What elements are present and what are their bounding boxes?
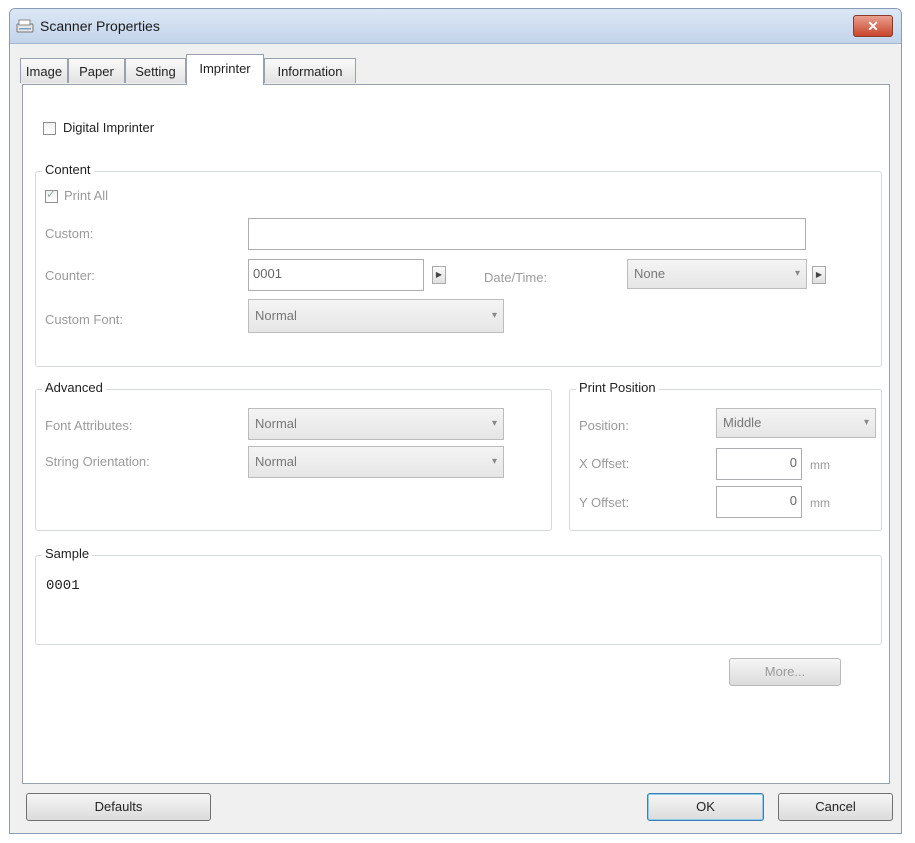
title-bar[interactable]: Scanner Properties ✕ [10, 9, 901, 44]
x-offset-unit: mm [810, 458, 830, 472]
digital-imprinter-label: Digital Imprinter [63, 120, 155, 135]
chevron-down-icon: ▾ [491, 310, 497, 321]
chevron-down-icon: ▾ [491, 418, 497, 429]
close-icon: ✕ [867, 18, 879, 34]
position-label: Position: [579, 418, 629, 433]
x-offset-label: X Offset: [579, 456, 630, 471]
datetime-value: None [634, 266, 666, 281]
scanner-properties-window: Scanner Properties ✕ Image Paper Setting… [9, 8, 902, 834]
tab-paper[interactable]: Paper [68, 58, 125, 83]
chevron-down-icon: ▾ [863, 417, 869, 428]
y-offset-label: Y Offset: [579, 495, 630, 510]
arrow-right-icon: ▶ [815, 270, 823, 279]
tab-imprinter[interactable]: Imprinter [186, 54, 264, 85]
counter-arrow-button[interactable]: ▶ [432, 266, 446, 284]
custom-font-label: Custom Font: [45, 312, 124, 327]
more-button[interactable]: More... [729, 658, 841, 686]
string-orientation-value: Normal [255, 454, 297, 469]
tab-setting[interactable]: Setting [125, 58, 186, 83]
y-offset-unit: mm [810, 496, 830, 510]
sample-text: 0001 [46, 578, 80, 594]
datetime-arrow-button[interactable]: ▶ [812, 266, 826, 284]
position-select[interactable]: Middle ▾ [716, 408, 876, 438]
custom-input[interactable] [248, 218, 806, 250]
advanced-group-title: Advanced [42, 380, 106, 395]
datetime-label: Date/Time: [484, 270, 548, 285]
advanced-group: Advanced Font Attributes: Normal ▾ Strin… [35, 380, 552, 531]
custom-font-value: Normal [255, 308, 297, 323]
content-group: Content Print All Custom: Counter: 0001 … [35, 162, 882, 367]
sample-group: Sample 0001 [35, 546, 882, 645]
counter-label: Counter: [45, 268, 95, 283]
string-orientation-select[interactable]: Normal ▾ [248, 446, 504, 478]
chevron-down-icon: ▾ [794, 268, 800, 279]
sample-group-title: Sample [42, 546, 93, 561]
y-offset-input[interactable]: 0 [716, 486, 802, 518]
string-orientation-label: String Orientation: [45, 454, 150, 469]
cancel-button[interactable]: Cancel [778, 793, 893, 821]
close-button[interactable]: ✕ [853, 15, 893, 37]
content-group-title: Content [42, 162, 94, 177]
tab-information[interactable]: Information [264, 58, 356, 83]
print-position-group: Print Position Position: Middle ▾ X Offs… [569, 380, 882, 531]
defaults-button[interactable]: Defaults [26, 793, 211, 821]
window-title: Scanner Properties [40, 18, 160, 34]
digital-imprinter-checkbox[interactable] [43, 122, 56, 135]
font-attributes-select[interactable]: Normal ▾ [248, 408, 504, 440]
ok-button[interactable]: OK [647, 793, 764, 821]
arrow-right-icon: ▶ [435, 270, 443, 279]
print-all-label: Print All [64, 188, 109, 203]
print-position-group-title: Print Position [576, 380, 659, 395]
font-attributes-value: Normal [255, 416, 297, 431]
chevron-down-icon: ▾ [491, 456, 497, 467]
print-all-checkbox[interactable] [45, 187, 58, 203]
position-value: Middle [723, 415, 762, 430]
custom-font-select[interactable]: Normal ▾ [248, 299, 504, 333]
counter-input[interactable]: 0001 [248, 259, 424, 291]
font-attributes-label: Font Attributes: [45, 418, 133, 433]
scanner-icon [16, 19, 34, 33]
tab-image[interactable]: Image [20, 58, 68, 83]
x-offset-input[interactable]: 0 [716, 448, 802, 480]
custom-label: Custom: [45, 226, 94, 241]
datetime-select[interactable]: None ▾ [627, 259, 807, 289]
imprinter-panel: Digital Imprinter Content Print All Cust… [22, 84, 890, 784]
